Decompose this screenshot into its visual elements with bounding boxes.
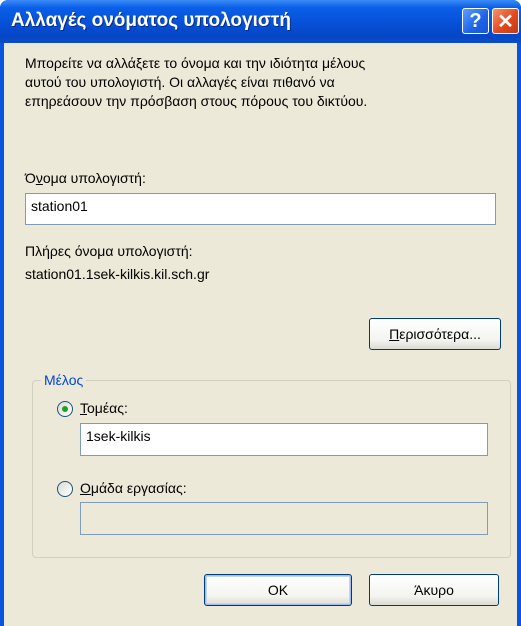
description-text: Μπορείτε να αλλάξετε το όνομα και την ιδ… <box>25 54 495 111</box>
button-label: ερισσότερα... <box>399 326 481 342</box>
workgroup-label[interactable]: Ομάδα εργασίας: <box>80 480 187 496</box>
help-icon: ? <box>469 9 482 32</box>
workgroup-radio[interactable] <box>57 481 73 497</box>
workgroup-input[interactable] <box>80 502 488 535</box>
label-part: ομέας: <box>87 400 128 416</box>
help-button[interactable]: ? <box>462 8 489 34</box>
more-button[interactable]: Περισσότερα... <box>369 318 501 350</box>
close-icon: ✕ <box>497 10 514 33</box>
domain-input[interactable]: 1sek-kilkis <box>80 423 488 456</box>
window-title: Αλλαγές ονόματος υπολογιστή <box>11 10 291 31</box>
label-accel: Ο <box>80 480 91 496</box>
full-name-label: Πλήρες όνομα υπολογιστή: <box>25 243 193 259</box>
label-accel: Τ <box>80 400 88 416</box>
description-line: επηρεάσουν την πρόσβαση στους πόρους του… <box>25 93 368 109</box>
title-bar[interactable]: Αλλαγές ονόματος υπολογιστή ? ✕ <box>0 0 521 43</box>
computer-name-label: Όνομα υπολογιστή: <box>25 170 146 186</box>
description-line: Μπορείτε να αλλάξετε το όνομα και την ιδ… <box>25 55 366 71</box>
radio-selected-dot <box>62 406 68 412</box>
button-accel: Π <box>389 326 400 342</box>
label-part: Ό <box>25 170 36 186</box>
dialog-window: Αλλαγές ονόματος υπολογιστή ? ✕ Μπορείτε… <box>0 0 521 626</box>
description-line: αυτού του υπολογιστή. Οι αλλαγές είναι π… <box>25 74 335 90</box>
label-accel: ν <box>35 170 43 186</box>
member-of-legend: Μέλος <box>41 372 87 388</box>
cancel-button[interactable]: Άκυρο <box>369 574 499 606</box>
full-name-value: station01.1sek-kilkis.kil.sch.gr <box>25 266 210 282</box>
computer-name-input[interactable]: station01 <box>25 193 496 225</box>
label-part: ομα υπολογιστή: <box>42 170 146 186</box>
close-button[interactable]: ✕ <box>492 8 519 34</box>
label-part: μάδα εργασίας: <box>90 480 187 496</box>
domain-label[interactable]: Τομέας: <box>80 400 128 416</box>
ok-button[interactable]: OK <box>204 574 352 606</box>
domain-radio[interactable] <box>57 401 73 417</box>
